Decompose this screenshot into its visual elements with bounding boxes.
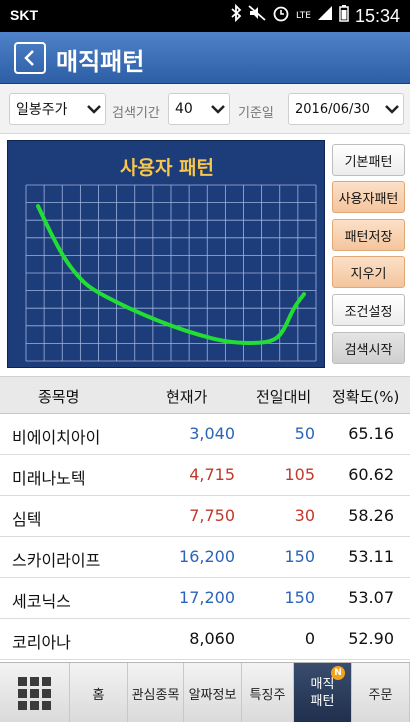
chevron-down-icon — [381, 104, 403, 114]
table-row[interactable]: 코리아나 8,060 0 52.90 — [0, 620, 410, 660]
nav-item-label: 알짜정보 — [188, 687, 237, 703]
stock-price: 4,715 — [189, 465, 235, 484]
nav-item-label: 특징주 — [249, 687, 286, 703]
stock-accuracy: 53.11 — [348, 547, 394, 566]
header-price: 현재가 — [166, 388, 208, 406]
stock-change: 105 — [284, 465, 315, 484]
period-label: 검색기간 — [112, 106, 160, 121]
new-badge: N — [331, 666, 345, 680]
nav-item-5[interactable]: 주문 — [352, 663, 410, 722]
stock-change: 150 — [284, 588, 315, 607]
stock-accuracy: 52.90 — [348, 629, 394, 648]
stock-price: 17,200 — [179, 588, 235, 607]
stock-name: 미래나노텍 — [12, 469, 86, 488]
nav-item-4[interactable]: 매직패턴 N — [294, 663, 352, 722]
nav-item-3[interactable]: 특징주 — [242, 663, 294, 722]
nav-item-0[interactable]: 홈 — [70, 663, 128, 722]
nav-item-label: 매직패턴 — [310, 677, 335, 709]
back-button[interactable] — [14, 42, 46, 74]
side-button-3[interactable]: 지우기 — [332, 256, 405, 288]
bluetooth-icon — [230, 3, 242, 28]
stock-accuracy: 65.16 — [348, 424, 394, 443]
side-button-1[interactable]: 사용자패턴 — [332, 181, 405, 213]
header-name: 종목명 — [38, 388, 80, 406]
nav-item-label: 관심종목 — [131, 687, 180, 703]
table-row[interactable]: 스카이라이프 16,200 150 53.11 — [0, 538, 410, 578]
menu-grid-button[interactable] — [0, 663, 70, 722]
stock-accuracy: 53.07 — [348, 588, 394, 607]
chevron-down-icon — [207, 104, 229, 114]
side-button-4[interactable]: 조건설정 — [332, 294, 405, 326]
filter-bar: 일봉주가 검색기간 40 기준일 2016/06/30 — [0, 84, 410, 134]
chevron-down-icon — [83, 104, 105, 114]
period-value: 40 — [175, 101, 193, 117]
date-label: 기준일 — [238, 106, 274, 121]
stock-price: 8,060 — [189, 629, 235, 648]
signal-icon — [317, 5, 333, 27]
date-value: 2016/06/30 — [295, 101, 370, 117]
nav-item-label: 주문 — [368, 687, 393, 703]
table-row[interactable]: 심텍 7,750 30 58.26 — [0, 497, 410, 537]
stock-name: 심텍 — [12, 510, 42, 529]
price-type-select[interactable]: 일봉주가 — [9, 93, 106, 125]
chart-title: 사용자 패턴 — [119, 157, 214, 179]
stock-change: 150 — [284, 547, 315, 566]
stock-change: 0 — [304, 629, 315, 648]
nav-item-label: 홈 — [92, 687, 105, 703]
stock-accuracy: 60.62 — [348, 465, 394, 484]
carrier-label: SKT — [10, 7, 38, 23]
table-row[interactable]: 미래나노텍 4,715 105 60.62 — [0, 456, 410, 496]
header-change: 전일대비 — [256, 388, 312, 406]
stock-price: 3,040 — [189, 424, 235, 443]
grid-menu-icon — [18, 676, 51, 710]
battery-icon — [339, 4, 349, 28]
nav-item-1[interactable]: 관심종목 — [128, 663, 184, 722]
mute-icon — [248, 5, 266, 27]
table-header: 종목명 현재가 전일대비 정확도(%) — [0, 376, 410, 414]
stock-price: 16,200 — [179, 547, 235, 566]
table-row[interactable]: 비에이치아이 3,040 50 65.16 — [0, 415, 410, 455]
table-row[interactable]: 세코닉스 17,200 150 53.07 — [0, 579, 410, 619]
stock-name: 비에이치아이 — [12, 428, 101, 447]
status-bar: SKT LTE 15:34 — [0, 0, 410, 32]
stock-change: 50 — [294, 424, 315, 443]
stock-name: 세코닉스 — [12, 592, 71, 611]
side-button-5[interactable]: 검색시작 — [332, 332, 405, 364]
stock-accuracy: 58.26 — [348, 506, 394, 525]
stock-price: 7,750 — [189, 506, 235, 525]
price-type-value: 일봉주가 — [16, 102, 68, 118]
bottom-nav: 홈 관심종목 알짜정보 특징주 매직패턴 N 주문 — [0, 662, 410, 722]
chevron-left-icon — [24, 50, 34, 66]
clock: 15:34 — [354, 5, 400, 26]
alarm-icon — [272, 4, 290, 28]
stock-name: 코리아나 — [12, 633, 71, 652]
nav-item-2[interactable]: 알짜정보 — [184, 663, 242, 722]
period-select[interactable]: 40 — [168, 93, 230, 125]
page-title: 매직패턴 — [56, 48, 145, 76]
date-select[interactable]: 2016/06/30 — [288, 93, 404, 125]
stock-name: 스카이라이프 — [12, 551, 101, 570]
header-accuracy: 정확도(%) — [332, 388, 400, 406]
title-bar: 매직패턴 — [0, 32, 410, 84]
stock-change: 30 — [294, 506, 315, 525]
side-button-2[interactable]: 패턴저장 — [332, 219, 405, 251]
status-icons: LTE 15:34 — [230, 3, 400, 28]
pattern-chart[interactable]: 사용자 패턴 — [7, 140, 325, 368]
network-type-label: LTE — [295, 10, 311, 21]
side-button-0[interactable]: 기본패턴 — [332, 144, 405, 176]
